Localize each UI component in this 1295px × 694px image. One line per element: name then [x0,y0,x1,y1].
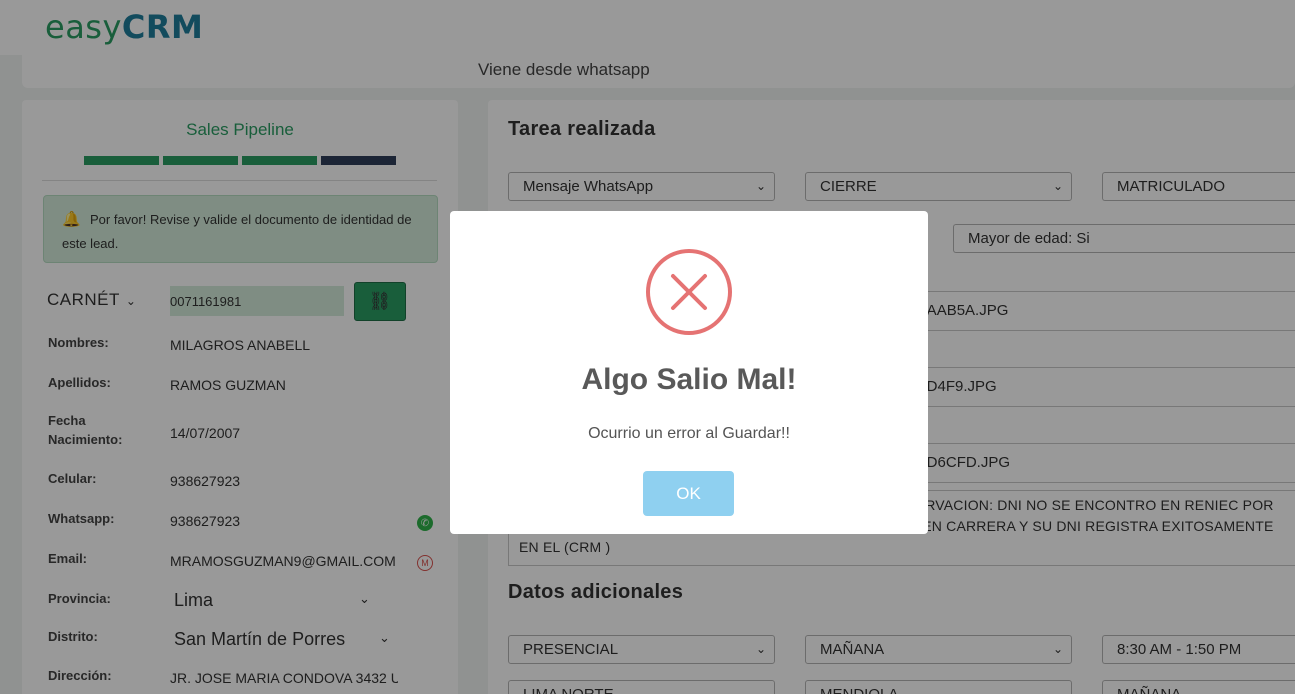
dialog-title: Algo Salio Mal! [581,363,797,396]
ok-button[interactable]: OK [643,471,734,516]
error-dialog: Algo Salio Mal! Ocurrio un error al Guar… [450,211,928,534]
error-x-icon [646,249,732,335]
dialog-message: Ocurrio un error al Guardar!! [588,425,790,442]
